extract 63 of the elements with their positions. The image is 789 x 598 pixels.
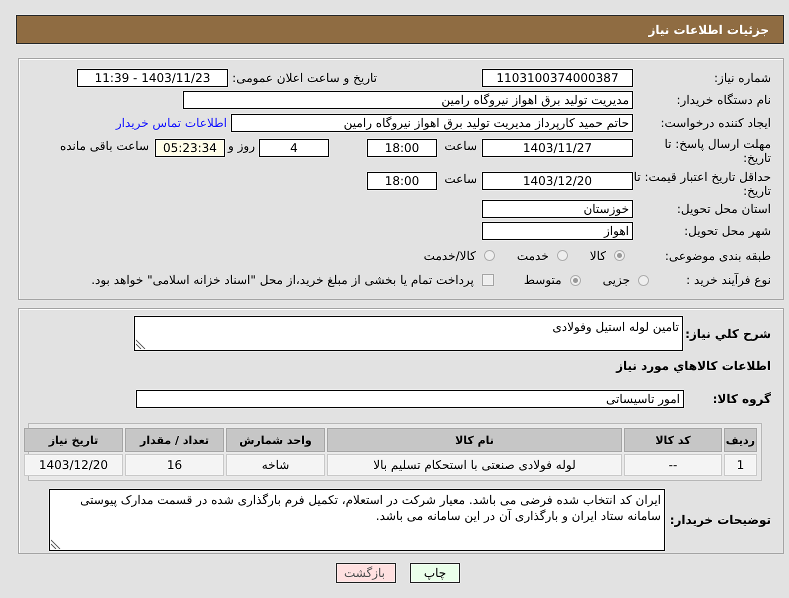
field-label: مهلت ارسال پاسخ: تا تاریخ: xyxy=(663,137,771,165)
contact-link[interactable]: اطلاعات تماس خریدار xyxy=(116,116,227,130)
field-label: گروه کالا: xyxy=(712,392,771,406)
field-label: ایجاد کننده درخواست: xyxy=(659,116,771,130)
input-field[interactable]: 18:00 xyxy=(367,172,437,190)
radio-button[interactable] xyxy=(556,250,568,261)
input-field[interactable]: حاتم حمید کارپرداز مدیریت تولید برق اهواز نیروگاه رامین xyxy=(231,114,633,132)
field-label: نوع فرآیند خرید : xyxy=(685,273,771,287)
input-field[interactable]: 05:23:34 xyxy=(155,139,225,157)
input-field[interactable]: خوزستان xyxy=(482,200,633,218)
back-button[interactable]: بازگشت xyxy=(336,563,396,583)
column-header: کد کالا xyxy=(624,428,722,452)
input-field[interactable]: 1403/11/27 xyxy=(482,139,633,157)
option-label: خدمت xyxy=(516,248,549,262)
table-cell: -- xyxy=(624,454,722,476)
option-label: متوسط xyxy=(524,273,562,287)
column-header: واحد شمارش xyxy=(226,428,325,452)
input-field[interactable]: 18:00 xyxy=(367,139,437,157)
days-label: روز و xyxy=(226,139,255,153)
table-cell: 16 xyxy=(125,454,224,476)
table-cell: 1 xyxy=(724,454,757,476)
time-label: ساعت xyxy=(443,172,477,186)
field-label: شهر محل تحویل: xyxy=(683,224,771,238)
radio-button[interactable] xyxy=(638,274,649,286)
input-field[interactable]: مدیریت تولید برق اهواز نیروگاه رامین xyxy=(183,91,633,109)
option-label: جزیی xyxy=(602,273,630,287)
time-label: ساعت xyxy=(443,139,477,153)
resize-grip-icon[interactable] xyxy=(136,339,146,349)
input-field[interactable]: امور تاسیساتی xyxy=(136,390,684,408)
table-cell: لوله فولادی صنعتی با استحکام تسلیم بالا xyxy=(327,454,622,476)
field-label: حداقل تاریخ اعتبار قیمت: تا تاریخ: xyxy=(633,170,771,198)
remaining-label: ساعت باقی مانده xyxy=(60,139,149,153)
field-label: طبقه بندی موضوعی: xyxy=(664,248,771,262)
print-button[interactable]: چاپ xyxy=(410,563,460,583)
field-label: نام دستگاه خریدار: xyxy=(676,93,771,107)
field-label: شماره نیاز: xyxy=(713,70,771,84)
table-cell: شاخه xyxy=(226,454,325,476)
field-label: توضیحات خریدار: xyxy=(668,513,771,527)
field-label: استان محل تحویل: xyxy=(676,202,771,216)
checkbox[interactable] xyxy=(482,274,494,286)
text-area[interactable]: ایران کد انتخاب شده فرضی می باشد. معیار شرکت در استعلام، تکمیل فرم بارگذاری شده در قسمت مدارک پیوستی سامانه ستاد ایران و بارگذاری آن در این سامانه می باشد. xyxy=(49,489,665,551)
field-label: شرح کلي نياز: xyxy=(684,326,771,340)
table-cell: 1403/12/20 xyxy=(24,454,123,476)
field-label: تاریخ و ساعت اعلان عمومی: xyxy=(232,70,377,84)
option-label: کالا/خدمت xyxy=(424,248,476,262)
input-field[interactable]: 1403/12/20 xyxy=(482,172,633,190)
input-field[interactable]: 1103100374000387 xyxy=(482,68,633,86)
page-title: جزئیات اطلاعات نیاز xyxy=(648,22,769,36)
input-field[interactable]: اهواز xyxy=(482,222,633,240)
radio-button[interactable] xyxy=(484,250,495,261)
column-header: نام کالا xyxy=(327,428,622,452)
column-header: ردیف xyxy=(724,428,757,452)
radio-button[interactable] xyxy=(614,250,625,261)
section-heading: اطلاعات کالاهاي مورد نياز xyxy=(614,359,771,375)
column-header: تاریخ نیاز xyxy=(24,428,123,452)
input-field[interactable]: 1403/11/23 - 11:39 xyxy=(77,68,228,86)
resize-grip-icon[interactable] xyxy=(51,539,61,549)
radio-button[interactable] xyxy=(570,274,581,286)
option-label: پرداخت تمام یا بخشی از مبلغ خرید،از محل "اسناد خزانه اسلامی" خواهد بود. xyxy=(91,273,474,287)
option-label: کالا xyxy=(590,248,606,262)
input-field[interactable]: 4 xyxy=(259,139,329,157)
text-area[interactable]: تامین لوله استیل وفولادی xyxy=(134,316,683,351)
column-header: تعداد / مقدار xyxy=(125,428,224,452)
